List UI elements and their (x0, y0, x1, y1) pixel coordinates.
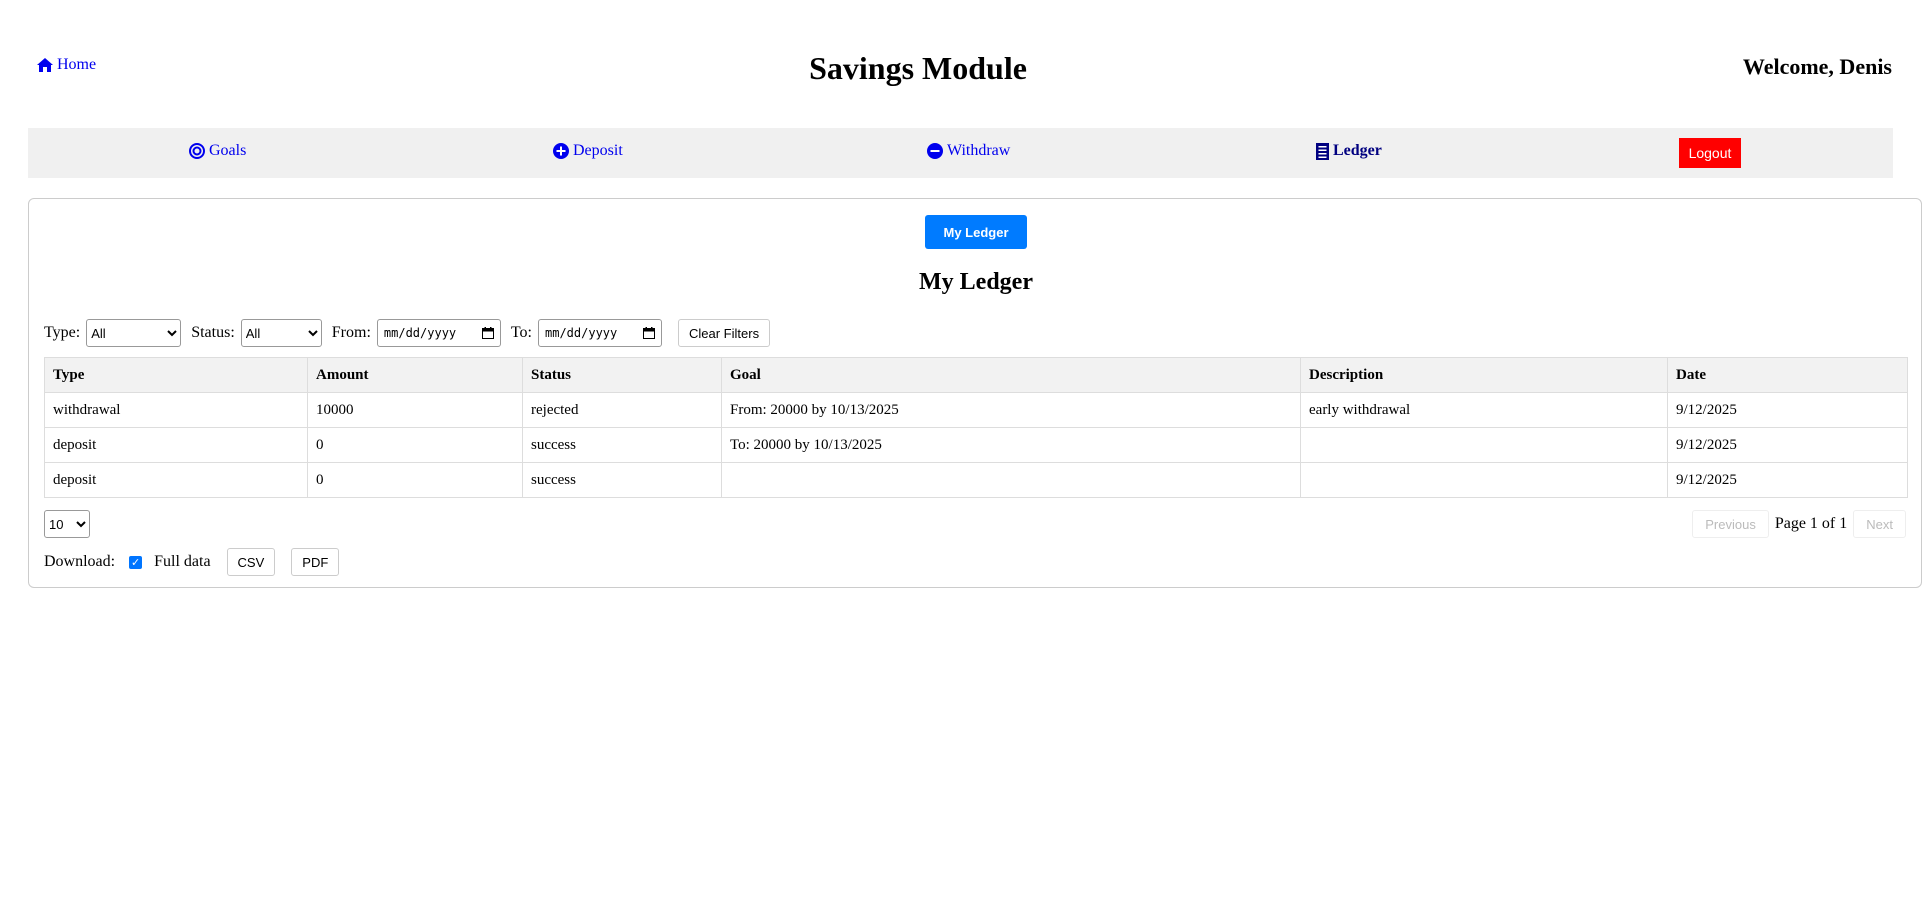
cell-type: deposit (44, 427, 308, 463)
download-label: Download: (44, 553, 116, 570)
csv-download-button[interactable]: CSV (226, 548, 276, 576)
ledger-table: Type Amount Status Goal Description Date… (44, 357, 1908, 498)
nav-ledger[interactable]: Ledger (1316, 142, 1382, 160)
page-info: Page 1 of 1 (1774, 515, 1848, 532)
minus-circle-icon (927, 143, 943, 159)
nav-goals[interactable]: Goals (189, 142, 246, 160)
table-header-row: Type Amount Status Goal Description Date (44, 357, 1908, 393)
main-nav: Goals Deposit Withdraw Ledger Logout (28, 128, 1893, 178)
column-header-type[interactable]: Type (44, 357, 308, 393)
nav-goals-label: Goals (209, 142, 247, 159)
next-page-button[interactable]: Next (1853, 510, 1906, 538)
full-data-label: Full data (154, 553, 211, 570)
download-row: Download: ✓ Full data CSV PDF (44, 548, 340, 576)
logout-button[interactable]: Logout (1679, 138, 1741, 168)
nav-withdraw[interactable]: Withdraw (927, 142, 1010, 160)
cell-date: 9/12/2025 (1667, 427, 1908, 463)
column-header-status[interactable]: Status (522, 357, 722, 393)
cell-description: early withdrawal (1300, 392, 1668, 428)
cell-status: success (522, 427, 722, 463)
welcome-text: Welcome, Denis (1742, 54, 1892, 79)
cell-amount: 10000 (307, 392, 523, 428)
calendar-icon (643, 327, 655, 339)
type-filter-label: Type: (44, 324, 81, 341)
column-header-goal[interactable]: Goal (721, 357, 1301, 393)
cell-type: withdrawal (44, 392, 308, 428)
column-header-date[interactable]: Date (1667, 357, 1908, 393)
target-icon (189, 143, 205, 159)
page-title: Savings Module (809, 50, 1027, 86)
cell-date: 9/12/2025 (1667, 392, 1908, 428)
cell-goal: From: 20000 by 10/13/2025 (721, 392, 1301, 428)
from-date-label: From: (331, 324, 371, 341)
from-date-placeholder: mm/dd/yyyy (383, 326, 457, 340)
type-filter-select[interactable]: All (86, 319, 182, 347)
receipt-icon (1316, 142, 1329, 160)
cell-status: rejected (522, 392, 722, 428)
page-size-select[interactable]: 10 (44, 510, 90, 538)
calendar-icon (481, 327, 494, 339)
cell-description (1300, 427, 1668, 463)
cell-amount: 0 (307, 462, 523, 498)
cell-date: 9/12/2025 (1667, 462, 1908, 498)
cell-description (1300, 462, 1668, 498)
table-row: withdrawal 10000 rejected From: 20000 by… (44, 392, 1908, 428)
ledger-panel: My Ledger My Ledger Type: All Status: Al… (28, 198, 1922, 588)
table-row: deposit 0 success 9/12/2025 (44, 462, 1908, 498)
filter-bar: Type: All Status: All From: mm/dd/yyyy T… (44, 319, 771, 347)
nav-withdraw-label: Withdraw (947, 142, 1011, 159)
checkmark-icon: ✓ (131, 555, 141, 569)
previous-page-button[interactable]: Previous (1692, 510, 1769, 538)
to-date-label: To: (510, 324, 532, 341)
status-filter-label: Status: (191, 324, 235, 341)
cell-type: deposit (44, 462, 308, 498)
column-header-amount[interactable]: Amount (307, 357, 523, 393)
cell-goal: To: 20000 by 10/13/2025 (721, 427, 1301, 463)
pdf-download-button[interactable]: PDF (291, 548, 340, 576)
section-title: My Ledger (919, 269, 1033, 295)
nav-deposit[interactable]: Deposit (553, 142, 623, 160)
my-ledger-tab-button[interactable]: My Ledger (925, 215, 1027, 249)
clear-filters-button[interactable]: Clear Filters (678, 319, 771, 347)
pagination: Previous Page 1 of 1 Next (1692, 510, 1906, 538)
column-header-description[interactable]: Description (1300, 357, 1668, 393)
plus-circle-icon (553, 143, 569, 159)
cell-status: success (522, 462, 722, 498)
page-size-control: 10 (44, 510, 90, 538)
from-date-input[interactable]: mm/dd/yyyy (376, 319, 501, 347)
cell-goal (721, 462, 1301, 498)
status-filter-select[interactable]: All (240, 319, 322, 347)
full-data-checkbox[interactable]: ✓ (129, 555, 143, 569)
to-date-placeholder: mm/dd/yyyy (545, 326, 618, 340)
page-header: Home Savings Module Welcome, Denis (0, 0, 1924, 120)
nav-deposit-label: Deposit (573, 142, 623, 159)
cell-amount: 0 (307, 427, 523, 463)
to-date-input[interactable]: mm/dd/yyyy (538, 319, 662, 347)
nav-ledger-label: Ledger (1333, 142, 1382, 159)
table-row: deposit 0 success To: 20000 by 10/13/202… (44, 427, 1908, 463)
